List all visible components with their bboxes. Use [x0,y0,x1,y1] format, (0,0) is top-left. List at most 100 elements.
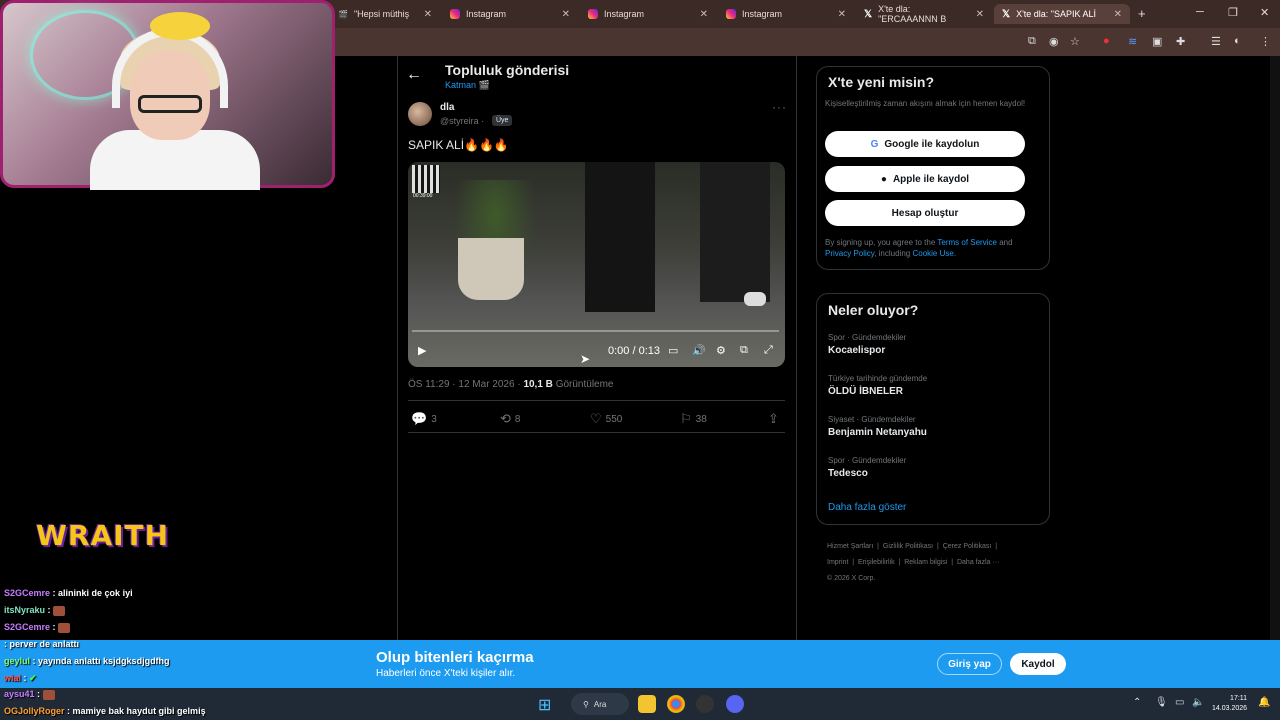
browser-tab-4[interactable]: Instagram ✕ [718,4,854,24]
more-options-icon[interactable]: ··· [772,100,787,114]
login-banner [0,640,1280,688]
extension-icon[interactable]: ▣ [1152,35,1162,48]
scrollbar[interactable] [1270,56,1280,640]
search-label: Ara [593,699,607,709]
volume-icon[interactable]: 🔊 [692,344,706,357]
footer-link[interactable]: Reklam bilgisi [904,559,947,566]
footer-link[interactable]: Daha fazla ··· [957,559,999,566]
column-divider-right [796,56,797,640]
legal-text: and [999,238,1013,247]
new-tab-button[interactable]: + [1138,6,1146,21]
x-icon: 𝕏 [1002,8,1011,20]
pikachu-hat [150,12,210,40]
bookmark-button[interactable]: ⚐ 38 [680,411,707,427]
author-name[interactable]: dla [440,102,454,113]
fullscreen-icon[interactable]: ⤢ [764,344,773,357]
trend-item[interactable]: Siyaset · Gündemdekiler Benjamin Netanya… [828,415,927,438]
apple-signup-button[interactable]: ● Apple ile kaydol [825,166,1025,192]
extension-red-icon[interactable]: ● [1103,35,1110,47]
privacy-link[interactable]: Privacy Policy [825,249,874,258]
signup-button[interactable]: Kaydol [1010,653,1066,675]
file-explorer-icon[interactable] [638,695,656,713]
show-more-link[interactable]: Daha fazla göster [828,502,906,513]
menu-icon[interactable]: ⋮ [1260,35,1271,48]
browser-tab-5[interactable]: 𝕏 X'te dla: "ERCAAANNN B ✕ [856,4,992,24]
captions-icon[interactable]: ▭ [668,344,678,357]
extension-audio-icon[interactable]: ≋ [1128,35,1137,48]
post-timestamp[interactable]: ÖS 11:29 · 12 Mar 2026 · [408,379,521,390]
member-badge: Üye [492,115,513,126]
play-icon[interactable]: ▶ [418,344,426,357]
footer-link[interactable]: Hizmet Şartları [827,543,873,550]
trend-item[interactable]: Türkiye tarihinde gündemde ÖLDÜ İBNELER [828,374,927,397]
trend-item[interactable]: Spor · Gündemdekiler Tedesco [828,456,906,479]
speaker-icon[interactable]: 🔈 [1192,697,1204,708]
settings-gear-icon[interactable]: ⚙ [716,344,726,357]
windows-start-icon[interactable]: ⊞ [538,695,551,715]
share-icon: ⇪ [768,411,779,426]
heart-icon: ♡ [590,411,602,426]
signup-title: X'te yeni misin? [828,74,935,90]
star-icon[interactable]: ☆ [1070,35,1080,48]
emote-icon [42,689,55,700]
footer-link[interactable]: Erişilebilirlik [858,559,895,566]
share-button[interactable]: ⇪ [768,411,779,427]
close-icon[interactable]: ✕ [1114,9,1122,20]
network-icon[interactable]: ▭ [1175,697,1184,708]
emote-icon [53,605,66,616]
tray-chevron-icon[interactable]: ⌃ [1133,697,1141,708]
notification-bell-icon[interactable]: 🔔 [1258,697,1270,708]
chrome-icon[interactable] [667,695,685,713]
system-clock[interactable]: 17:11 14.03.2026 [1212,694,1247,714]
google-signup-button[interactable]: G Google ile kaydolun [825,131,1025,157]
browser-tab-2[interactable]: Instagram ✕ [442,4,578,24]
minimize-icon[interactable]: ─ [1196,6,1204,18]
bookmark-count: 38 [695,413,707,425]
author-avatar[interactable] [408,102,432,126]
qr-timestamp: 00:39:00 [413,193,433,199]
video-frame-pot [458,238,524,300]
chat-text: : [23,673,27,683]
create-account-button[interactable]: Hesap oluştur [825,200,1025,226]
video-progress-bar[interactable] [412,330,779,332]
profile-avatar-icon[interactable]: ◐ [1234,35,1241,47]
cookie-link[interactable]: Cookie Use. [912,249,956,258]
views-count: 10,1 B [523,379,553,390]
back-arrow-icon[interactable]: ← [406,66,422,84]
close-icon[interactable]: ✕ [562,9,570,20]
microphone-icon[interactable]: 🎙 [1155,697,1168,708]
repost-button[interactable]: ⟲ 8 [500,411,520,427]
tab-label: X'te dla: "SAPIK ALİ [1016,9,1097,19]
close-icon[interactable]: ✕ [424,9,432,20]
browser-tab-active[interactable]: 𝕏 X'te dla: "SAPIK ALİ ✕ [994,4,1130,24]
like-button[interactable]: ♡ 550 [590,411,622,427]
obs-icon[interactable] [696,695,714,713]
reading-list-icon[interactable]: ☰ [1211,35,1221,48]
footer-link[interactable]: Çerez Politikası [943,543,992,550]
trend-item[interactable]: Spor · Gündemdekiler Kocaelispor [828,333,906,356]
close-icon[interactable]: ✕ [700,9,708,20]
browser-tab-3[interactable]: Instagram ✕ [580,4,716,24]
close-icon[interactable]: ✕ [838,9,846,20]
community-link[interactable]: Katman 🎬 [445,80,490,91]
author-handle[interactable]: @styreira · [440,116,484,126]
discord-icon[interactable] [726,695,744,713]
chat-message: OGJollyRoger : mamiye bak haydut gibi ge… [4,706,206,716]
restore-icon[interactable]: ❐ [1228,6,1238,19]
qr-code-icon [412,165,440,193]
taskbar-search[interactable]: ⚲ Ara [571,693,629,715]
browser-tab-1[interactable]: 🎬 "Hepsi müthiş ✕ [330,4,440,24]
extensions-puzzle-icon[interactable]: ✚ [1176,35,1185,48]
pip-icon[interactable]: ⧉ [740,344,748,357]
login-button[interactable]: Giriş yap [937,653,1002,675]
reply-button[interactable]: 💬 3 [411,411,437,427]
hide-icon[interactable]: ◉ [1049,35,1059,48]
footer-link[interactable]: Imprint [827,559,848,566]
terms-link[interactable]: Terms of Service [937,238,997,247]
close-window-icon[interactable]: ✕ [1260,6,1269,19]
install-icon[interactable]: ⧉ [1028,35,1036,48]
close-icon[interactable]: ✕ [976,9,984,20]
footer-link[interactable]: Gizlilik Politikası [883,543,933,550]
trend-name: Tedesco [828,468,868,479]
chat-username: aysu41 [4,689,35,699]
